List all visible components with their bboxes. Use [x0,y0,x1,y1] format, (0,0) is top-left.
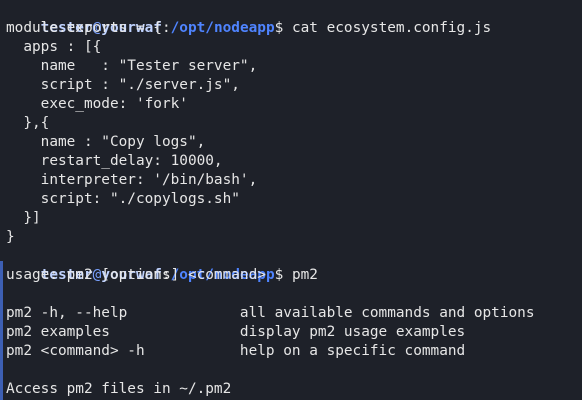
file-line: script: "./copylogs.sh" [6,191,240,207]
file-line: },{ [6,115,50,131]
output-line: usage: pm2 [options] <command> [6,267,266,283]
output-line: pm2 -h, --help all available commands an… [6,305,535,321]
file-line: name : "Tester server", [6,58,258,74]
output-line: pm2 examples display pm2 usage examples [6,324,466,340]
file-line: script : "./server.js", [6,77,240,93]
prompt-path: /opt/nodeapp [170,20,275,36]
file-line: } [6,229,15,245]
prompt-command: pm2 [291,267,318,283]
prompt-dollar: $ [274,267,292,283]
prompt-colon: : [161,20,171,36]
file-line: module.exports = { [6,20,162,36]
prompt-line: tester@yourwaf:/opt/nodeapp$ cat ecosyst… [6,0,492,36]
output-selection-bar [0,261,3,400]
terminal-window[interactable]: tester@yourwaf:/opt/nodeapp$ cat ecosyst… [0,0,582,400]
prompt-line: tester@yourwaf:/opt/nodeapp$ pm2 [6,247,318,283]
output-line: Access pm2 files in ~/.pm2 [6,381,232,397]
file-line: apps : [{ [6,39,102,55]
file-line: name : "Copy logs", [6,134,206,150]
output-line: pm2 <command> -h help on a specific comm… [6,343,466,359]
prompt-dollar: $ [274,20,292,36]
file-line: }] [6,210,41,226]
file-line: exec_mode: 'fork' [6,96,188,112]
file-line: restart_delay: 10000, [6,153,223,169]
prompt-command: cat ecosystem.config.js [291,20,492,36]
file-line: interpreter: '/bin/bash', [6,172,258,188]
